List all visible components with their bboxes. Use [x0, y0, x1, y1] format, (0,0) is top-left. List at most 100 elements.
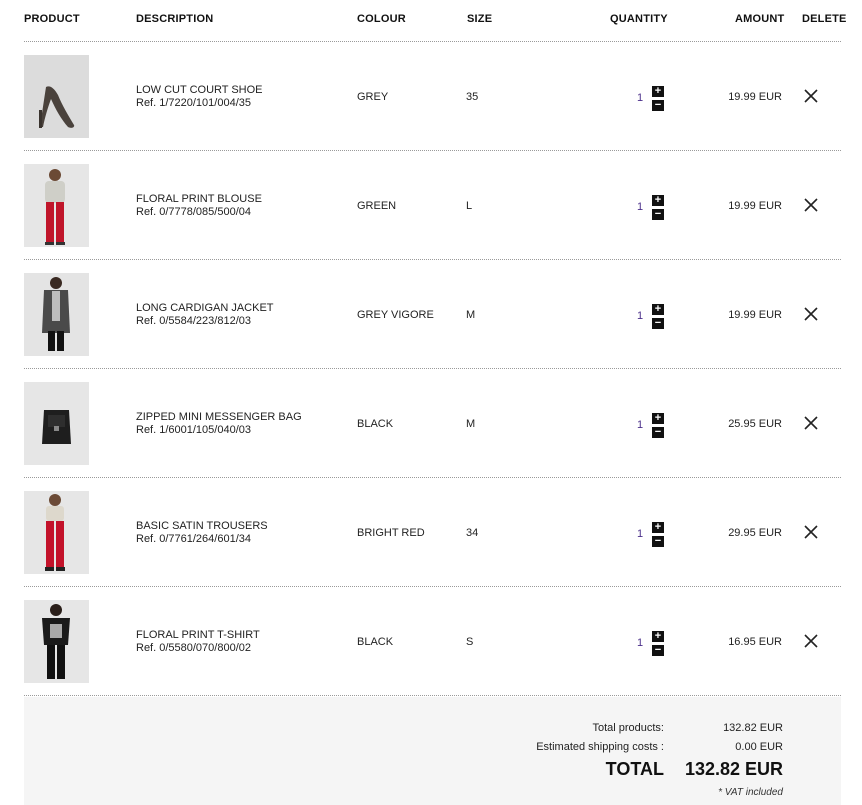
- product-image-court-shoe[interactable]: [24, 55, 89, 138]
- item-size: L: [466, 200, 473, 212]
- delete-item-button[interactable]: [803, 633, 819, 649]
- product-image-print-tshirt[interactable]: [24, 600, 89, 683]
- item-quantity: 1: [637, 201, 644, 213]
- item-quantity: 1: [637, 528, 644, 540]
- close-icon: [804, 89, 818, 103]
- shipping-costs-label: Estimated shipping costs :: [536, 741, 664, 753]
- close-icon: [804, 634, 818, 648]
- plus-icon: +: [654, 85, 662, 97]
- item-amount: 19.99 EUR: [728, 309, 782, 321]
- quantity-minus-button[interactable]: −: [652, 100, 664, 111]
- header-description: DESCRIPTION: [136, 13, 214, 25]
- item-colour: GREY: [357, 91, 389, 103]
- item-description: ZIPPED MINI MESSENGER BAG Ref. 1/6001/10…: [136, 411, 302, 437]
- quantity-minus-button[interactable]: −: [652, 209, 664, 220]
- item-colour: GREEN: [357, 200, 397, 212]
- close-icon: [804, 198, 818, 212]
- item-amount: 19.99 EUR: [728, 200, 782, 212]
- quantity-plus-button[interactable]: +: [652, 631, 664, 642]
- total-products-value: 132.82 EUR: [723, 722, 783, 734]
- close-icon: [804, 416, 818, 430]
- item-quantity: 1: [637, 419, 644, 431]
- total-label: TOTAL: [605, 759, 664, 779]
- header-colour: COLOUR: [357, 13, 406, 25]
- delete-item-button[interactable]: [803, 306, 819, 322]
- item-size: M: [466, 418, 476, 430]
- item-size: 35: [466, 91, 479, 103]
- item-name[interactable]: LONG CARDIGAN JACKET: [136, 302, 274, 315]
- item-colour: BLACK: [357, 418, 394, 430]
- item-ref: Ref. 0/5580/070/800/02: [136, 642, 251, 654]
- plus-icon: +: [654, 303, 662, 315]
- item-amount: 25.95 EUR: [728, 418, 782, 430]
- total-value: 132.82 EUR: [684, 759, 783, 779]
- quantity-plus-button[interactable]: +: [652, 86, 664, 97]
- item-name[interactable]: LOW CUT COURT SHOE: [136, 84, 263, 97]
- plus-icon: +: [654, 630, 662, 642]
- plus-icon: +: [654, 194, 662, 206]
- header-product: PRODUCT: [24, 13, 80, 25]
- quantity-minus-button[interactable]: −: [652, 427, 664, 438]
- item-size: M: [466, 309, 476, 321]
- product-image-long-cardigan[interactable]: [24, 273, 89, 356]
- delete-item-button[interactable]: [803, 88, 819, 104]
- item-name[interactable]: BASIC SATIN TROUSERS: [136, 520, 268, 533]
- item-size: 34: [466, 527, 479, 539]
- item-description: LONG CARDIGAN JACKET Ref. 0/5584/223/812…: [136, 302, 274, 328]
- minus-icon: −: [654, 426, 662, 438]
- cart-row: ZIPPED MINI MESSENGER BAG Ref. 1/6001/10…: [0, 369, 862, 478]
- close-icon: [804, 307, 818, 321]
- item-colour: BRIGHT RED: [357, 527, 425, 539]
- total-products-label: Total products:: [592, 722, 664, 734]
- item-ref: Ref. 0/7761/264/601/34: [136, 533, 251, 545]
- item-size: S: [466, 636, 474, 648]
- minus-icon: −: [654, 99, 662, 111]
- quantity-minus-button[interactable]: −: [652, 645, 664, 656]
- header-amount: AMOUNT: [735, 13, 785, 25]
- header-delete: DELETE: [802, 13, 847, 25]
- cart-row: BASIC SATIN TROUSERS Ref. 0/7761/264/601…: [0, 478, 862, 587]
- item-name[interactable]: FLORAL PRINT T-SHIRT: [136, 629, 260, 642]
- header-quantity: QUANTITY: [610, 13, 668, 25]
- plus-icon: +: [654, 412, 662, 424]
- item-colour: GREY VIGORE: [357, 309, 434, 321]
- item-description: LOW CUT COURT SHOE Ref. 1/7220/101/004/3…: [136, 84, 263, 110]
- item-name[interactable]: ZIPPED MINI MESSENGER BAG: [136, 411, 302, 424]
- quantity-minus-button[interactable]: −: [652, 536, 664, 547]
- quantity-plus-button[interactable]: +: [652, 522, 664, 533]
- item-ref: Ref. 1/7220/101/004/35: [136, 97, 251, 109]
- delete-item-button[interactable]: [803, 415, 819, 431]
- product-image-floral-blouse[interactable]: [24, 164, 89, 247]
- quantity-minus-button[interactable]: −: [652, 318, 664, 329]
- item-description: FLORAL PRINT BLOUSE Ref. 0/7778/085/500/…: [136, 193, 262, 219]
- item-name[interactable]: FLORAL PRINT BLOUSE: [136, 193, 262, 206]
- product-image-messenger-bag[interactable]: [24, 382, 89, 465]
- divider: [24, 695, 841, 696]
- item-quantity: 1: [637, 637, 644, 649]
- close-icon: [804, 525, 818, 539]
- quantity-plus-button[interactable]: +: [652, 304, 664, 315]
- quantity-plus-button[interactable]: +: [652, 195, 664, 206]
- delete-item-button[interactable]: [803, 524, 819, 540]
- shipping-costs-value: 0.00 EUR: [735, 741, 783, 753]
- item-quantity: 1: [637, 310, 644, 322]
- minus-icon: −: [654, 535, 662, 547]
- minus-icon: −: [654, 644, 662, 656]
- item-amount: 29.95 EUR: [728, 527, 782, 539]
- product-image-satin-trousers[interactable]: [24, 491, 89, 574]
- cart-row: FLORAL PRINT T-SHIRT Ref. 0/5580/070/800…: [0, 587, 862, 696]
- cart-row: FLORAL PRINT BLOUSE Ref. 0/7778/085/500/…: [0, 151, 862, 260]
- item-ref: Ref. 0/5584/223/812/03: [136, 315, 251, 327]
- quantity-plus-button[interactable]: +: [652, 413, 664, 424]
- item-amount: 16.95 EUR: [728, 636, 782, 648]
- item-ref: Ref. 0/7778/085/500/04: [136, 206, 251, 218]
- minus-icon: −: [654, 208, 662, 220]
- item-quantity: 1: [637, 92, 644, 104]
- item-description: FLORAL PRINT T-SHIRT Ref. 0/5580/070/800…: [136, 629, 260, 655]
- cart-row: LONG CARDIGAN JACKET Ref. 0/5584/223/812…: [0, 260, 862, 369]
- minus-icon: −: [654, 317, 662, 329]
- vat-note: * VAT included: [718, 787, 783, 798]
- cart-row: LOW CUT COURT SHOE Ref. 1/7220/101/004/3…: [0, 42, 862, 151]
- delete-item-button[interactable]: [803, 197, 819, 213]
- item-amount: 19.99 EUR: [728, 91, 782, 103]
